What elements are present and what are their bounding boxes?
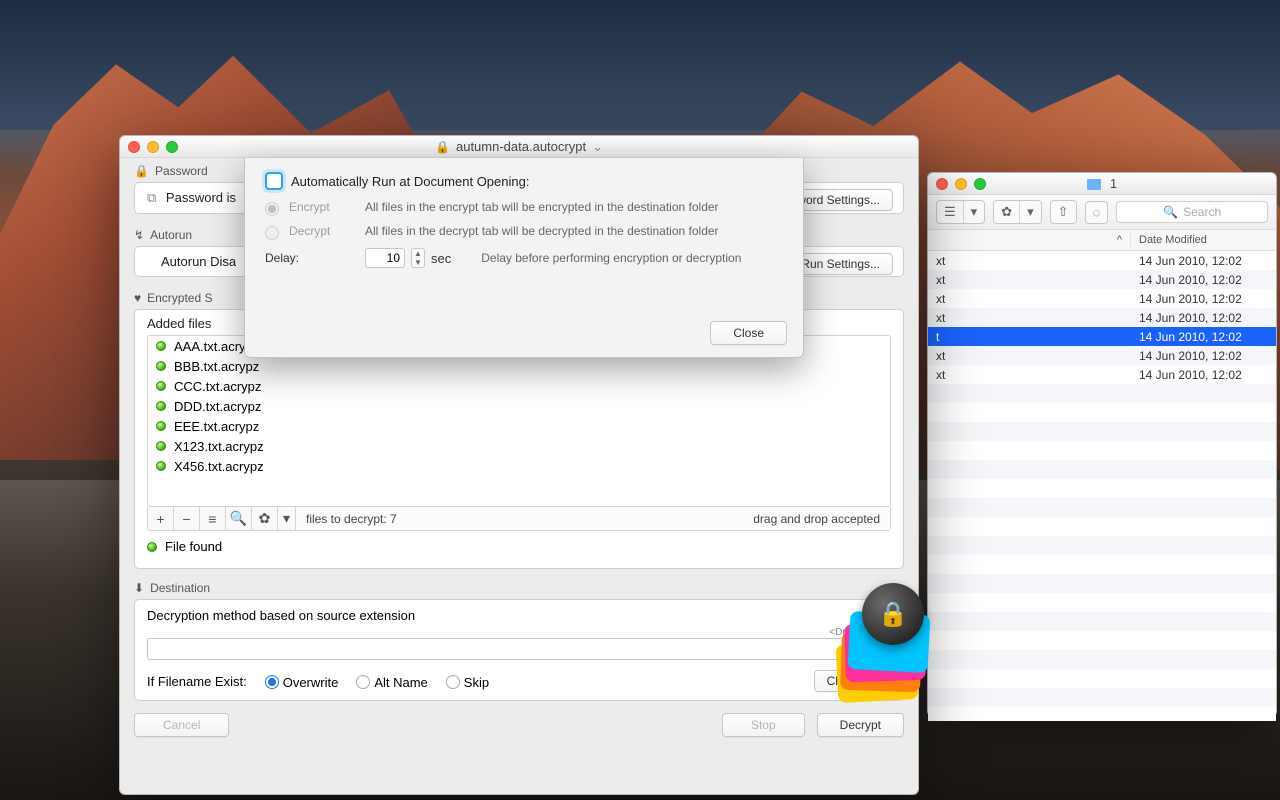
status-led-icon bbox=[147, 542, 157, 552]
delay-stepper[interactable]: ▲▼ bbox=[411, 248, 425, 268]
status-led-icon bbox=[156, 381, 166, 391]
file-row[interactable]: X456.txt.acrypz bbox=[148, 456, 890, 476]
document-lock-icon: 🔒 bbox=[435, 140, 450, 154]
decrypt-radio: Decrypt bbox=[265, 224, 335, 238]
dropdown-button[interactable]: ▾ bbox=[278, 507, 296, 530]
add-file-button[interactable]: + bbox=[148, 507, 174, 530]
skip-radio[interactable]: Skip bbox=[446, 673, 489, 690]
status-led-icon bbox=[156, 461, 166, 471]
dragdrop-hint: drag and drop accepted bbox=[753, 512, 880, 526]
date-column-header[interactable]: Date Modified bbox=[1131, 230, 1276, 250]
file-list-toolbar: + − ≡ 🔍 ✿ ▾ files to decrypt: 7 drag and… bbox=[147, 507, 891, 531]
heart-icon: ♥ bbox=[134, 291, 141, 305]
encrypt-description: All files in the encrypt tab will be enc… bbox=[365, 200, 719, 214]
status-led-icon bbox=[156, 421, 166, 431]
cancel-button[interactable]: Cancel bbox=[134, 713, 229, 737]
autorun-settings-sheet: Automatically Run at Document Opening: E… bbox=[244, 158, 804, 358]
list-options-button[interactable]: ≡ bbox=[200, 507, 226, 530]
altname-radio[interactable]: Alt Name bbox=[356, 673, 427, 690]
finder-window: 1 ☰▾ ✿▾ ⇧ ◌ 🔍 Search ^ Date Modified xt1… bbox=[927, 172, 1277, 717]
action-menu[interactable]: ✿▾ bbox=[993, 200, 1041, 224]
window-title: 🔒 autumn-data.autocrypt⌄ bbox=[120, 139, 918, 155]
status-led-icon bbox=[156, 341, 166, 351]
finder-row[interactable]: xt14 Jun 2010, 12:02 bbox=[928, 308, 1276, 327]
status-led-icon bbox=[156, 401, 166, 411]
finder-row[interactable]: xt14 Jun 2010, 12:02 bbox=[928, 346, 1276, 365]
destination-panel: Decryption method based on source extens… bbox=[134, 599, 904, 701]
encrypt-radio: Encrypt bbox=[265, 200, 335, 214]
finder-row[interactable]: xt14 Jun 2010, 12:02 bbox=[928, 365, 1276, 384]
decrypt-description: All files in the decrypt tab will be dec… bbox=[365, 224, 719, 238]
dragdrop-tag: <Drag&Drop> bbox=[147, 627, 891, 638]
share-button[interactable]: ⇧ bbox=[1050, 200, 1077, 224]
search-icon: 🔍 bbox=[1163, 205, 1178, 219]
autorun-status: Autorun Disa bbox=[161, 254, 236, 269]
destination-section-header: ⬇ Destination bbox=[120, 575, 918, 597]
settings-gear-button[interactable]: ✿ bbox=[252, 507, 278, 530]
arrow-down-icon: ⬇ bbox=[134, 581, 144, 595]
destination-input[interactable] bbox=[147, 638, 865, 660]
delay-description: Delay before performing encryption or de… bbox=[481, 251, 741, 265]
auto-run-checkbox[interactable] bbox=[265, 172, 283, 190]
delay-label: Delay: bbox=[265, 251, 299, 265]
finder-title: 1 bbox=[928, 176, 1276, 191]
delay-unit: sec bbox=[431, 251, 451, 266]
status-led-icon bbox=[156, 441, 166, 451]
lock-icon: 🔒 bbox=[134, 164, 149, 178]
autorun-icon: ↯ bbox=[134, 228, 144, 242]
file-name: CCC.txt.acrypz bbox=[174, 379, 261, 394]
file-row[interactable]: DDD.txt.acrypz bbox=[148, 396, 890, 416]
file-list[interactable]: AAA.txt.acrypzBBB.txt.acrypzCCC.txt.acry… bbox=[147, 335, 891, 507]
decrypt-button[interactable]: Decrypt bbox=[817, 713, 904, 737]
file-found-status: File found bbox=[135, 531, 903, 562]
finder-titlebar[interactable]: 1 bbox=[928, 173, 1276, 195]
close-button[interactable]: Close bbox=[710, 321, 787, 345]
name-column-header[interactable]: ^ bbox=[928, 230, 1131, 250]
file-row[interactable]: CCC.txt.acrypz bbox=[148, 376, 890, 396]
auto-run-headline: Automatically Run at Document Opening: bbox=[291, 174, 529, 189]
file-row[interactable]: X123.txt.acrypz bbox=[148, 436, 890, 456]
tags-button[interactable]: ◌ bbox=[1085, 201, 1109, 224]
decrypt-method-label: Decryption method based on source extens… bbox=[147, 608, 891, 623]
finder-row[interactable]: t14 Jun 2010, 12:02 bbox=[928, 327, 1276, 346]
file-name: EEE.txt.acrypz bbox=[174, 419, 259, 434]
remove-file-button[interactable]: − bbox=[174, 507, 200, 530]
stop-button[interactable]: Stop bbox=[722, 713, 805, 737]
app-icon-stack: 🔒 bbox=[836, 583, 928, 703]
lock-circle-icon: 🔒 bbox=[862, 583, 924, 645]
if-exist-label: If Filename Exist: bbox=[147, 674, 247, 689]
password-status: Password is bbox=[166, 190, 236, 205]
finder-row[interactable]: xt14 Jun 2010, 12:02 bbox=[928, 270, 1276, 289]
folder-icon bbox=[1087, 179, 1101, 190]
finder-search-input[interactable]: 🔍 Search bbox=[1116, 201, 1268, 223]
main-titlebar[interactable]: 🔒 autumn-data.autocrypt⌄ bbox=[120, 136, 918, 158]
file-row[interactable]: BBB.txt.acrypz bbox=[148, 356, 890, 376]
overwrite-radio[interactable]: Overwrite bbox=[265, 673, 339, 690]
file-row[interactable]: EEE.txt.acrypz bbox=[148, 416, 890, 436]
file-name: X456.txt.acrypz bbox=[174, 459, 264, 474]
file-name: BBB.txt.acrypz bbox=[174, 359, 259, 374]
finder-file-list[interactable]: xt14 Jun 2010, 12:02xt14 Jun 2010, 12:02… bbox=[928, 251, 1276, 721]
status-led-icon bbox=[156, 361, 166, 371]
file-count-label: files to decrypt: 7 bbox=[306, 512, 397, 526]
finder-row[interactable]: xt14 Jun 2010, 12:02 bbox=[928, 289, 1276, 308]
view-mode-segment[interactable]: ☰▾ bbox=[936, 200, 985, 224]
delay-input[interactable] bbox=[365, 248, 405, 268]
file-name: X123.txt.acrypz bbox=[174, 439, 264, 454]
search-files-button[interactable]: 🔍 bbox=[226, 507, 252, 530]
file-name: DDD.txt.acrypz bbox=[174, 399, 261, 414]
finder-row[interactable]: xt14 Jun 2010, 12:02 bbox=[928, 251, 1276, 270]
copy-icon: ⧉ bbox=[147, 190, 156, 205]
